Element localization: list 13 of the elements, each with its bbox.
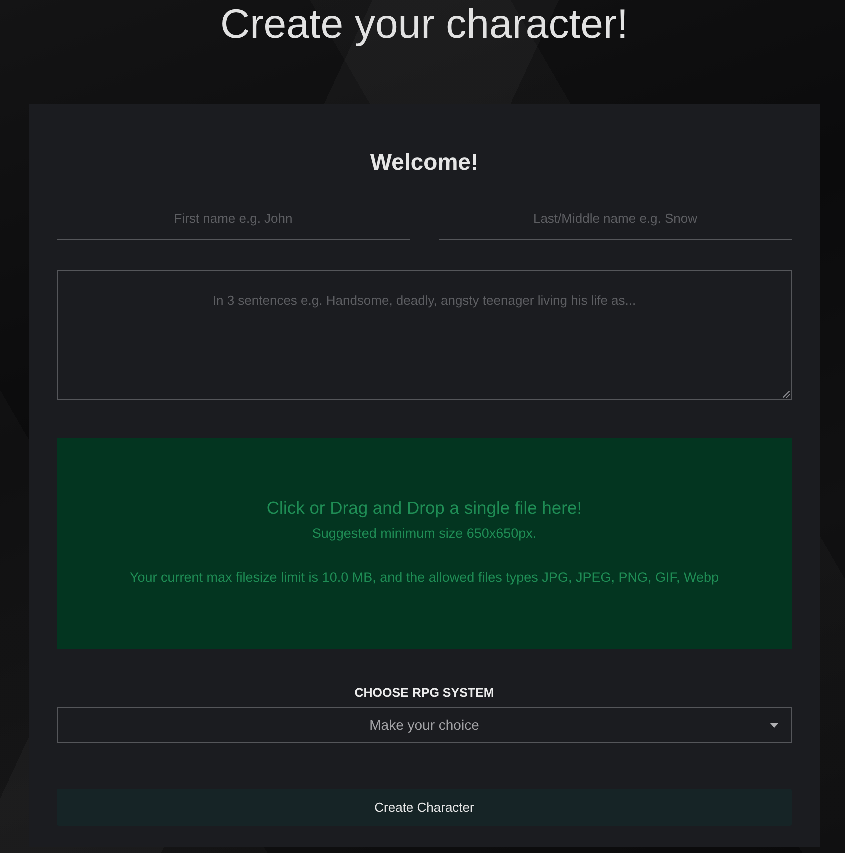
caret-icon	[770, 723, 779, 728]
page-title: Create your character!	[220, 0, 628, 48]
rpg-system-select[interactable]: Make your choice	[57, 707, 792, 743]
dropzone-limits: Your current max filesize limit is 10.0 MB, and the allowed files types JPG, JPEG, PNG, GIF, Webp	[130, 569, 719, 587]
name-field[interactable]: Last/Middle name e.g. Snow	[439, 200, 792, 240]
dropzone-hint: Suggested minimum size 650x650px.	[312, 525, 537, 543]
dropzone-title: Click or Drag and Drop a single file here!	[266, 497, 582, 520]
name-field[interactable]: First name e.g. John	[57, 200, 410, 240]
create-character-button[interactable]: Create Character	[57, 789, 792, 826]
resize-grip-icon[interactable]	[783, 391, 790, 398]
rpg-system-label: CHOOSE RPG SYSTEM	[354, 685, 494, 702]
welcome-heading: Welcome!	[370, 148, 479, 176]
description-field[interactable]: In 3 sentences e.g. Handsome, deadly, angsty teenager living his life as...	[57, 270, 792, 400]
